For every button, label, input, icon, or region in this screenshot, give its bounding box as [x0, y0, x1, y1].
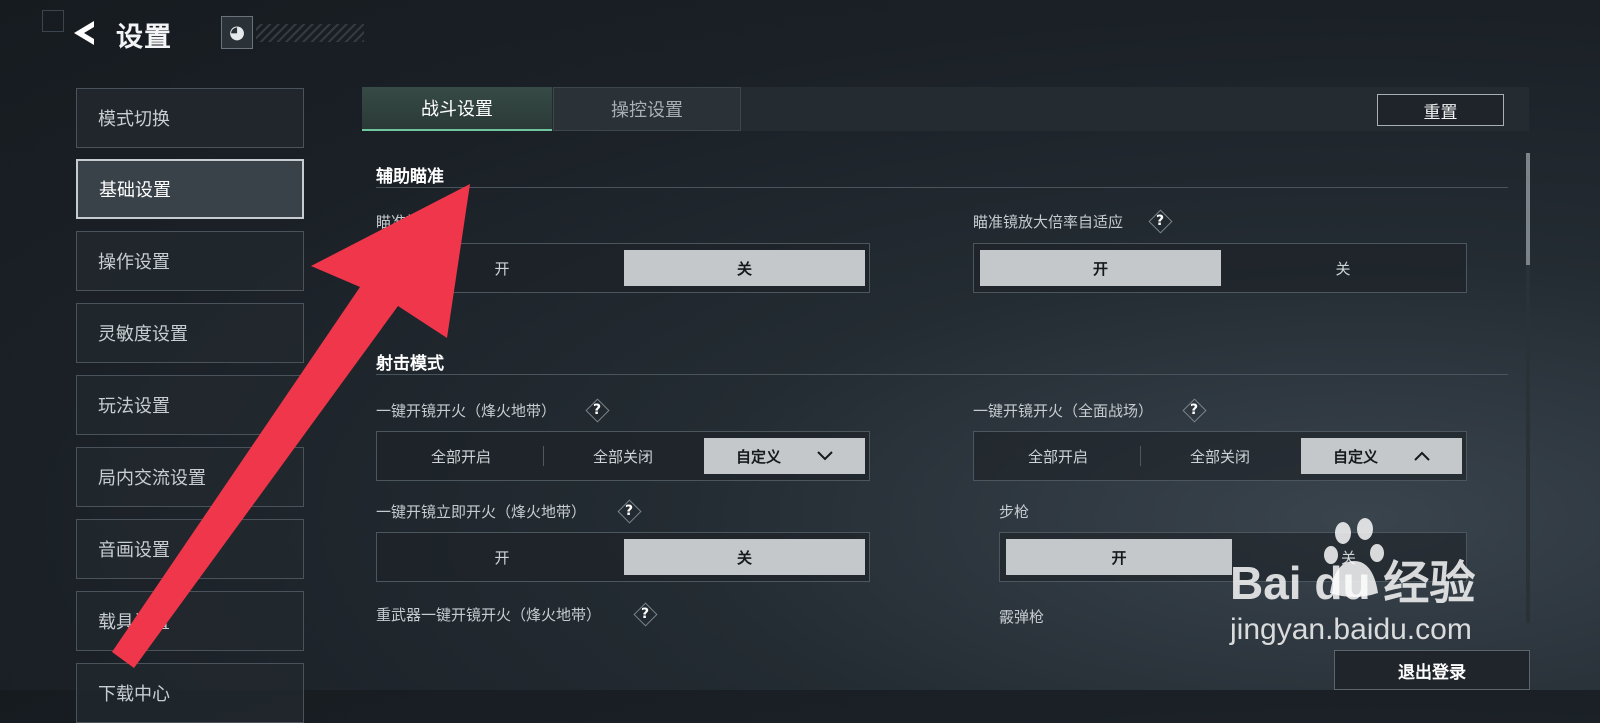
back-arrow-icon[interactable] — [70, 18, 100, 48]
sidebar-item-download-center[interactable]: 下载中心 — [76, 663, 304, 723]
sidebar-item-operation-settings[interactable]: 操作设置 — [76, 231, 304, 291]
game-logo: ◕ — [221, 16, 253, 49]
section-title-fire-mode: 射击模式 — [376, 354, 444, 374]
custom-dropdown[interactable]: 自定义 — [1301, 438, 1462, 474]
scope-adaptive-toggle: 开 关 — [973, 243, 1467, 293]
sidebar-item-label: 基础设置 — [99, 180, 171, 201]
sidebar-item-label: 玩法设置 — [98, 396, 170, 417]
help-icon[interactable]: ? — [1181, 397, 1207, 423]
chevron-up-icon — [1414, 451, 1430, 461]
scope-adaptive-label: 瞄准镜放大倍率自适应 — [973, 213, 1124, 231]
all-off-option[interactable]: 全部关闭 — [545, 438, 701, 474]
all-on-option[interactable]: 全部开启 — [383, 438, 539, 474]
sidebar-item-label: 音画设置 — [98, 540, 170, 561]
sidebar-item-sensitivity-settings[interactable]: 灵敏度设置 — [76, 303, 304, 363]
scope-fire-warzone-label: 一键开镜开火（烽火地带） — [376, 402, 557, 420]
sidebar-item-label: 模式切换 — [98, 109, 170, 130]
sidebar-item-label: 操作设置 — [98, 252, 170, 273]
scope-fire-battlefield-selector: 全部开启 全部关闭 自定义 — [973, 431, 1467, 481]
sidebar-item-label: 灵敏度设置 — [98, 324, 188, 345]
aim-assist-off-option[interactable]: 关 — [624, 250, 865, 286]
custom-dropdown[interactable]: 自定义 — [704, 438, 865, 474]
rifle-label: 步枪 — [999, 503, 1030, 521]
scrollbar-thumb[interactable] — [1526, 153, 1530, 265]
custom-label: 自定义 — [1332, 447, 1378, 466]
corner-frame — [42, 10, 64, 32]
section-divider — [376, 187, 1508, 188]
tab-combat-settings[interactable]: 战斗设置 — [362, 87, 552, 131]
instant-fire-label: 一键开镜立即开火（烽火地带） — [376, 503, 587, 521]
sidebar-item-chat-settings[interactable]: 局内交流设置 — [76, 447, 304, 507]
aim-assist-label: 瞄准辅助 — [376, 213, 437, 231]
sidebar-item-label: 下载中心 — [98, 684, 170, 705]
sidebar-item-audio-video-settings[interactable]: 音画设置 — [76, 519, 304, 579]
sidebar-item-vehicle-settings[interactable]: 载具设置 — [76, 591, 304, 651]
chevron-down-icon — [817, 451, 833, 461]
page-title: 设置 — [116, 22, 172, 53]
heavy-weapon-fire-label: 重武器一键开镜开火（烽火地带） — [376, 606, 602, 624]
instant-fire-off-option[interactable]: 关 — [624, 539, 865, 575]
scope-fire-battlefield-label: 一键开镜开火（全面战场） — [973, 402, 1154, 420]
reset-button[interactable]: 重置 — [1377, 94, 1504, 126]
help-icon[interactable]: ? — [1147, 208, 1173, 234]
baidu-jingyan-watermark: Bai du 经验 jingyan.baidu.com — [1229, 518, 1475, 646]
sidebar-item-label: 局内交流设置 — [98, 468, 206, 489]
title-decoration — [256, 24, 364, 42]
watermark-brand: Bai du 经验 — [1230, 557, 1475, 609]
sidebar-item-mode-switch[interactable]: 模式切换 — [76, 88, 304, 148]
shotgun-label: 霰弹枪 — [999, 608, 1045, 626]
sidebar-item-gameplay-settings[interactable]: 玩法设置 — [76, 375, 304, 435]
aim-assist-on-option[interactable]: 开 — [383, 250, 621, 286]
help-icon[interactable]: ? — [616, 498, 642, 524]
custom-label: 自定义 — [735, 447, 781, 466]
section-divider — [376, 374, 1508, 375]
tab-label: 战斗设置 — [421, 99, 493, 120]
instant-fire-toggle: 开 关 — [376, 532, 870, 582]
sidebar-item-label: 载具设置 — [98, 612, 170, 633]
scope-fire-warzone-selector: 全部开启 全部关闭 自定义 — [376, 431, 870, 481]
tab-control-settings[interactable]: 操控设置 — [553, 87, 741, 131]
tab-label: 操控设置 — [611, 100, 683, 121]
scope-adaptive-on-option[interactable]: 开 — [980, 250, 1221, 286]
all-off-option[interactable]: 全部关闭 — [1142, 438, 1298, 474]
instant-fire-on-option[interactable]: 开 — [383, 539, 621, 575]
all-on-option[interactable]: 全部开启 — [980, 438, 1136, 474]
watermark-url: jingyan.baidu.com — [1229, 613, 1472, 646]
rifle-on-option[interactable]: 开 — [1006, 539, 1232, 575]
help-icon[interactable]: ? — [584, 397, 610, 423]
scope-adaptive-off-option[interactable]: 关 — [1224, 250, 1462, 286]
sidebar-item-basic-settings[interactable]: 基础设置 — [76, 159, 304, 219]
help-icon[interactable]: ? — [632, 601, 658, 627]
logo-icon: ◕ — [229, 22, 245, 43]
aim-assist-toggle: 开 关 — [376, 243, 870, 293]
section-title-aim-assist: 辅助瞄准 — [376, 167, 444, 187]
